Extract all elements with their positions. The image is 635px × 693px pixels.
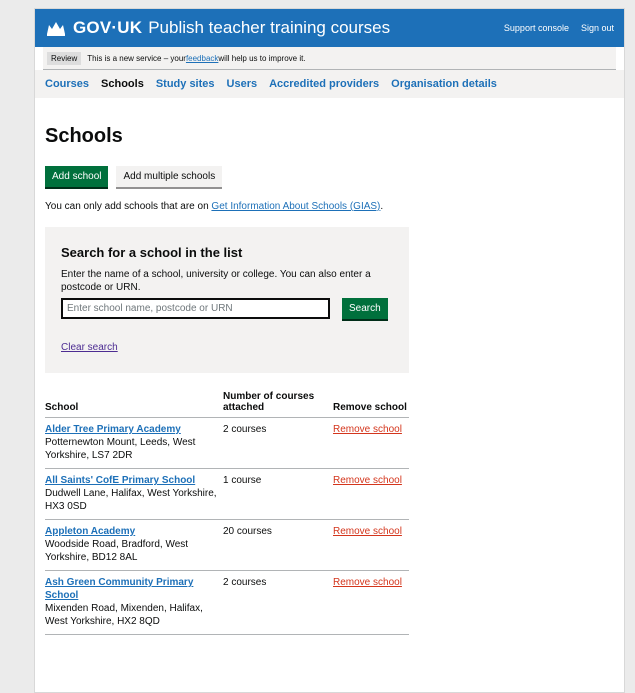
table-header-row: School Number of courses attached Remove… (45, 391, 409, 418)
remove-cell: Remove school (333, 468, 409, 520)
phase-tag: Review (47, 51, 82, 65)
nav-users[interactable]: Users (227, 78, 258, 90)
clear-search-link[interactable]: Clear search (61, 342, 118, 353)
school-name-link[interactable]: Alder Tree Primary Academy (45, 423, 223, 436)
table-row: Alder Tree Primary Academy Potternewton … (45, 417, 409, 469)
nav-accredited-providers[interactable]: Accredited providers (269, 78, 379, 90)
note-text-before: You can only add schools that are on (45, 201, 212, 212)
search-button[interactable]: Search (342, 298, 388, 319)
phase-text-after: will help us to improve it. (218, 53, 306, 63)
add-multiple-schools-button[interactable]: Add multiple schools (116, 166, 223, 187)
action-buttons: Add school Add multiple schools (45, 166, 614, 187)
remove-cell: Remove school (333, 570, 409, 635)
nav-schools[interactable]: Schools (101, 78, 144, 90)
school-cell: Ash Green Community Primary School Mixen… (45, 570, 223, 635)
course-count: 2 courses (223, 570, 333, 635)
remove-school-link[interactable]: Remove school (333, 424, 402, 435)
page-title: Schools (45, 125, 123, 147)
header-links: Support console Sign out (504, 23, 614, 33)
remove-school-link[interactable]: Remove school (333, 475, 402, 486)
primary-navigation: Courses Schools Study sites Users Accred… (35, 70, 624, 98)
search-row: Search (61, 298, 393, 319)
nav-courses[interactable]: Courses (45, 78, 89, 90)
school-name-link[interactable]: All Saints' CofE Primary School (45, 474, 223, 487)
search-input[interactable] (61, 298, 330, 319)
sign-out-link[interactable]: Sign out (581, 23, 614, 33)
phase-text-before: This is a new service – your (87, 53, 186, 63)
school-cell: All Saints' CofE Primary School Dudwell … (45, 468, 223, 520)
table-row: Ash Green Community Primary School Mixen… (45, 570, 409, 635)
main-content: Schools Add school Add multiple schools … (35, 125, 624, 635)
site-header: GOV·UK Publish teacher training courses … (35, 9, 624, 47)
table-row: All Saints' CofE Primary School Dudwell … (45, 468, 409, 520)
school-address: Dudwell Lane, Halifax, West Yorkshire, H… (45, 488, 217, 512)
remove-school-link[interactable]: Remove school (333, 526, 402, 537)
gias-note: You can only add schools that are on Get… (45, 201, 614, 212)
nav-organisation-details[interactable]: Organisation details (391, 78, 497, 90)
crown-icon (47, 22, 65, 36)
govuk-logo[interactable]: GOV·UK (73, 18, 142, 38)
phase-banner: Review This is a new service – your feed… (43, 47, 616, 70)
remove-cell: Remove school (333, 417, 409, 469)
add-school-button[interactable]: Add school (45, 166, 109, 187)
course-count: 20 courses (223, 519, 333, 571)
header-remove: Remove school (333, 391, 409, 418)
support-console-link[interactable]: Support console (504, 23, 569, 33)
school-address: Potternewton Mount, Leeds, West Yorkshir… (45, 437, 196, 461)
schools-table: School Number of courses attached Remove… (45, 391, 409, 635)
school-address: Woodside Road, Bradford, West Yorkshire,… (45, 539, 189, 563)
note-text-after: . (380, 201, 384, 212)
feedback-link[interactable]: feedback (186, 54, 218, 63)
gias-link[interactable]: Get Information About Schools (GIAS) (211, 201, 380, 212)
school-cell: Alder Tree Primary Academy Potternewton … (45, 417, 223, 469)
header-courses: Number of courses attached (223, 391, 333, 418)
search-heading: Search for a school in the list (61, 245, 243, 260)
remove-school-link[interactable]: Remove school (333, 577, 402, 588)
school-address: Mixenden Road, Mixenden, Halifax, West Y… (45, 603, 203, 627)
table-row: Appleton Academy Woodside Road, Bradford… (45, 519, 409, 571)
service-name[interactable]: Publish teacher training courses (148, 18, 390, 38)
nav-study-sites[interactable]: Study sites (156, 78, 215, 90)
course-count: 1 course (223, 468, 333, 520)
school-name-link[interactable]: Appleton Academy (45, 525, 223, 538)
school-cell: Appleton Academy Woodside Road, Bradford… (45, 519, 223, 571)
browser-frame: GOV·UK Publish teacher training courses … (34, 8, 625, 693)
course-count: 2 courses (223, 417, 333, 469)
search-panel: Search for a school in the list Enter th… (45, 227, 409, 373)
header-school: School (45, 391, 223, 418)
search-hint: Enter the name of a school, university o… (61, 269, 371, 293)
remove-cell: Remove school (333, 519, 409, 571)
school-name-link[interactable]: Ash Green Community Primary School (45, 576, 223, 602)
